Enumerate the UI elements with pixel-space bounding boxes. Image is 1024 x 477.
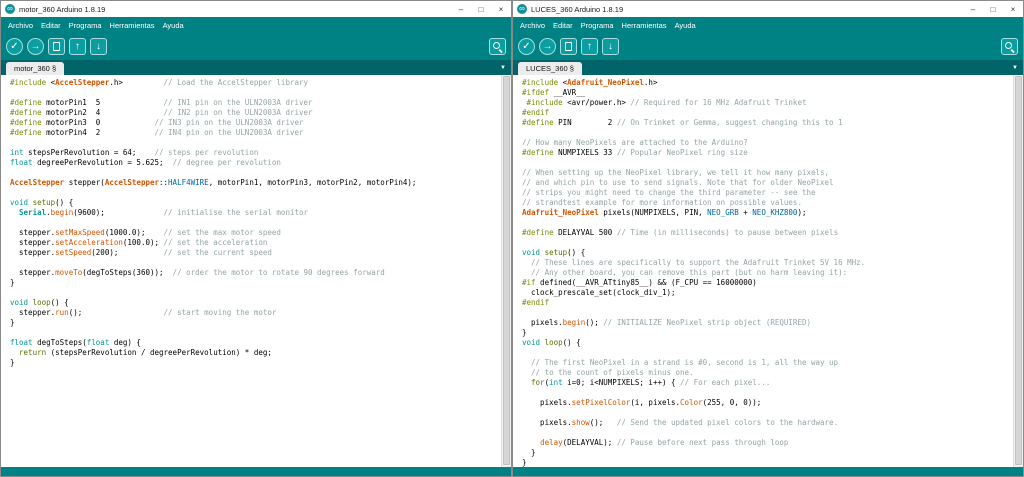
editor-pane: #include <Adafruit_NeoPixel.h> #ifdef __A… — [513, 75, 1023, 467]
check-icon: ✓ — [522, 40, 531, 52]
editor-pane: #include <AccelStepper.h> // Load the Ac… — [1, 75, 511, 467]
verify-button[interactable]: ✓ — [6, 38, 23, 55]
code-editor[interactable]: #include <AccelStepper.h> // Load the Ac… — [1, 75, 501, 467]
menu-editar[interactable]: Editar — [37, 21, 65, 30]
new-document-icon — [565, 42, 572, 51]
maximize-button[interactable]: □ — [471, 1, 491, 17]
tab-luces-360[interactable]: LUCES_360 § — [518, 62, 582, 75]
close-button[interactable]: × — [1003, 1, 1023, 17]
save-sketch-button[interactable]: ↓ — [90, 38, 107, 55]
open-sketch-button[interactable]: ↑ — [581, 38, 598, 55]
magnifier-icon — [1004, 41, 1015, 52]
window-title: motor_360 Arduino 1.8.19 — [19, 4, 106, 14]
save-sketch-button[interactable]: ↓ — [602, 38, 619, 55]
menu-bar: Archivo Editar Programa Herramientas Ayu… — [513, 17, 1023, 33]
tab-menu-button[interactable]: ▼ — [1007, 65, 1023, 71]
tab-strip: LUCES_360 § ▼ — [513, 60, 1023, 75]
arrow-right-icon: → — [542, 40, 553, 52]
menu-herramientas[interactable]: Herramientas — [618, 21, 671, 30]
scrollbar-thumb[interactable] — [503, 76, 510, 465]
arrow-up-icon: ↑ — [587, 40, 592, 52]
toolbar: ✓ → ↑ ↓ — [1, 33, 511, 60]
desktop: ∞ motor_360 Arduino 1.8.19 – □ × Archivo… — [0, 0, 1024, 477]
open-sketch-button[interactable]: ↑ — [69, 38, 86, 55]
menu-ayuda[interactable]: Ayuda — [671, 21, 700, 30]
arduino-app-icon: ∞ — [517, 4, 527, 14]
menu-editar[interactable]: Editar — [549, 21, 577, 30]
maximize-button[interactable]: □ — [983, 1, 1003, 17]
scrollbar[interactable] — [1013, 75, 1023, 467]
tab-strip: motor_360 § ▼ — [1, 60, 511, 75]
toolbar: ✓ → ↑ ↓ — [513, 33, 1023, 60]
new-sketch-button[interactable] — [48, 38, 65, 55]
menu-bar: Archivo Editar Programa Herramientas Ayu… — [1, 17, 511, 33]
status-bar — [513, 467, 1023, 476]
upload-button[interactable]: → — [27, 38, 44, 55]
serial-monitor-button[interactable] — [1001, 38, 1018, 55]
new-document-icon — [53, 42, 60, 51]
scrollbar-thumb[interactable] — [1015, 76, 1022, 465]
title-bar[interactable]: ∞ LUCES_360 Arduino 1.8.19 – □ × — [513, 1, 1023, 17]
serial-monitor-button[interactable] — [489, 38, 506, 55]
menu-programa[interactable]: Programa — [577, 21, 618, 30]
status-bar — [1, 467, 511, 476]
scrollbar[interactable] — [501, 75, 511, 467]
arrow-up-icon: ↑ — [75, 40, 80, 52]
menu-programa[interactable]: Programa — [65, 21, 106, 30]
tab-motor-360[interactable]: motor_360 § — [6, 62, 65, 75]
menu-archivo[interactable]: Archivo — [4, 21, 37, 30]
arrow-right-icon: → — [30, 40, 41, 52]
menu-herramientas[interactable]: Herramientas — [106, 21, 159, 30]
menu-archivo[interactable]: Archivo — [516, 21, 549, 30]
window-title: LUCES_360 Arduino 1.8.19 — [531, 4, 624, 14]
title-bar[interactable]: ∞ motor_360 Arduino 1.8.19 – □ × — [1, 1, 511, 17]
check-icon: ✓ — [10, 40, 19, 52]
arrow-down-icon: ↓ — [96, 40, 101, 52]
code-editor[interactable]: #include <Adafruit_NeoPixel.h> #ifdef __A… — [513, 75, 1013, 467]
new-sketch-button[interactable] — [560, 38, 577, 55]
tab-menu-button[interactable]: ▼ — [495, 65, 511, 71]
arduino-window-motor-360: ∞ motor_360 Arduino 1.8.19 – □ × Archivo… — [0, 0, 512, 477]
verify-button[interactable]: ✓ — [518, 38, 535, 55]
arrow-down-icon: ↓ — [608, 40, 613, 52]
close-button[interactable]: × — [491, 1, 511, 17]
minimize-button[interactable]: – — [963, 1, 983, 17]
upload-button[interactable]: → — [539, 38, 556, 55]
arduino-window-luces-360: ∞ LUCES_360 Arduino 1.8.19 – □ × Archivo… — [512, 0, 1024, 477]
menu-ayuda[interactable]: Ayuda — [159, 21, 188, 30]
arduino-app-icon: ∞ — [5, 4, 15, 14]
minimize-button[interactable]: – — [451, 1, 471, 17]
magnifier-icon — [492, 41, 503, 52]
